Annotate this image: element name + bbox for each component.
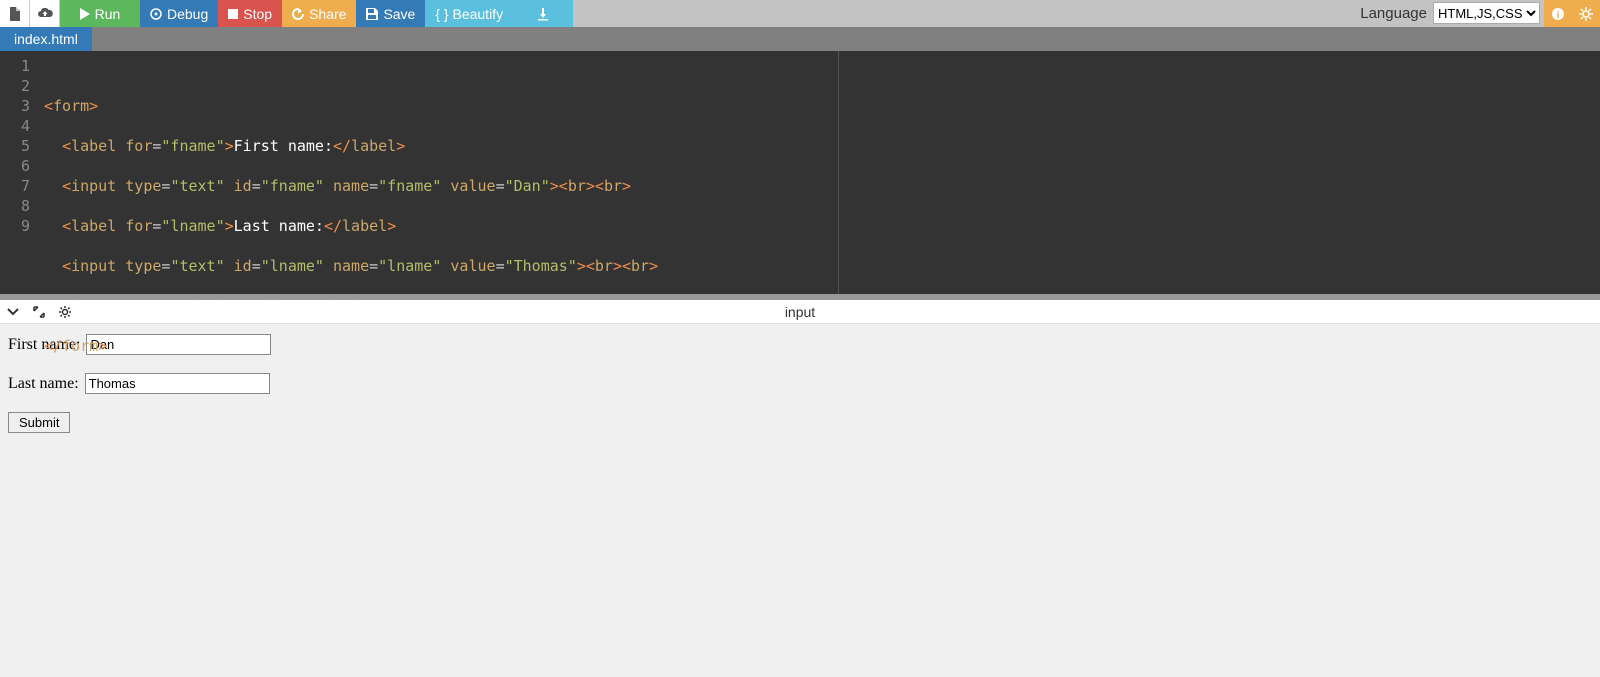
tab-label: index.html [14,31,78,47]
line-number: 5 [0,136,38,156]
line-number: 4 [0,116,38,136]
beautify-label: { } Beautify [435,6,503,22]
code-line-4: <label for="lname">Last name:</label> [44,216,1600,236]
collapse-button[interactable] [0,305,26,319]
save-button[interactable]: Save [356,0,425,27]
expand-button[interactable] [26,305,52,319]
new-file-button[interactable] [0,0,30,27]
share-icon [292,8,304,20]
code-line-5: <input type="text" id="lname" name="lnam… [44,256,1600,276]
code-line-7: </form> [44,336,1600,356]
editor-split-line [838,51,839,294]
language-select[interactable]: HTML,JS,CSS [1433,2,1540,24]
download-button[interactable] [513,0,573,27]
file-icon [9,7,21,21]
stop-icon [228,9,238,19]
settings-button[interactable] [1572,0,1600,27]
language-label: Language [1354,0,1433,27]
stop-label: Stop [243,6,272,22]
chevron-down-icon [6,305,20,319]
beautify-button[interactable]: { } Beautify [425,0,513,27]
tab-bar: index.html [0,27,1600,51]
info-button[interactable]: i [1544,0,1572,27]
target-icon [150,8,162,20]
download-icon [536,7,550,21]
debug-button[interactable]: Debug [140,0,218,27]
code-editor[interactable]: 1 2 3 4 5 6 7 8 9 <form> <label for="fna… [0,51,1600,294]
code-line-8 [44,376,1600,396]
toolbar: Run Debug Stop Share Save { } Beautify L… [0,0,1600,27]
output-header: input [0,300,1600,324]
run-label: Run [95,6,121,22]
gear-icon [58,305,72,319]
toolbar-spacer [573,0,1354,27]
svg-text:i: i [1557,10,1560,21]
line-number: 3 [0,96,38,116]
line-number: 2 [0,76,38,96]
debug-label: Debug [167,6,208,22]
expand-icon [32,305,46,319]
gear-icon [1579,7,1593,21]
stop-button[interactable]: Stop [218,0,282,27]
run-button[interactable]: Run [60,0,140,27]
code-line-2: <label for="fname">First name:</label> [44,136,1600,156]
line-number: 7 [0,176,38,196]
line-number: 8 [0,196,38,216]
gutter: 1 2 3 4 5 6 7 8 9 [0,51,38,294]
code-area[interactable]: <form> <label for="fname">First name:</l… [38,51,1600,294]
cloud-upload-icon [37,8,53,20]
info-icon: i [1551,7,1565,21]
play-icon [80,8,90,20]
code-line-3: <input type="text" id="fname" name="fnam… [44,176,1600,196]
output-settings-button[interactable] [52,305,78,319]
save-label: Save [383,6,415,22]
tab-index-html[interactable]: index.html [0,27,92,51]
line-number: 9 [0,216,38,236]
upload-button[interactable] [30,0,60,27]
share-button[interactable]: Share [282,0,356,27]
line-number: 6 [0,156,38,176]
save-icon [366,8,378,20]
share-label: Share [309,6,346,22]
line-number: 1 [0,56,38,76]
output-title: input [785,304,815,320]
code-line-1: <form> [44,96,1600,116]
code-line-9 [44,416,1600,436]
